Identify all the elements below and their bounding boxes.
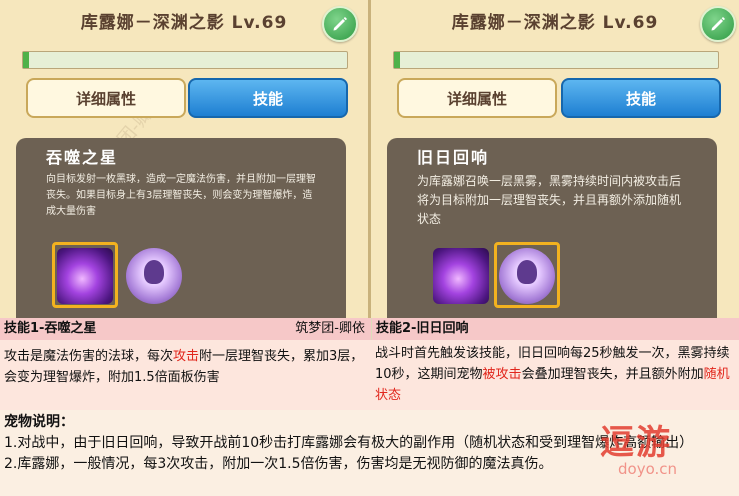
tab-skills[interactable]: 技能: [561, 78, 721, 118]
edit-button[interactable]: [322, 6, 358, 42]
dark-orb-skill-icon[interactable]: [433, 248, 489, 304]
highlight-text: 被攻击: [482, 367, 522, 382]
skill2-explanation: 战斗时首先触发该技能，旧日回响每25秒触发一次，黑雾持续10秒，这期间宠物被攻击…: [371, 340, 739, 410]
tab-detail-attributes[interactable]: 详细属性: [397, 78, 557, 118]
highlight-text: 攻击: [173, 349, 200, 364]
edit-pencil-icon: [333, 17, 347, 31]
skill2-header: 技能2-旧日回响: [371, 318, 739, 340]
edit-pencil-icon: [711, 17, 725, 31]
text: 会叠加理智丧失，并且额外附加: [521, 367, 704, 382]
left-pet-panel: 筑梦团-卿依 筑梦团-卿依 库露娜－深渊之影 Lv.69 详细属性 技能 吞噬之…: [0, 0, 368, 318]
pet-title: 库露娜－深渊之影 Lv.69: [80, 13, 288, 33]
dark-orb-skill-icon[interactable]: [57, 248, 113, 304]
pet-title: 库露娜－深渊之影 Lv.69: [451, 13, 659, 33]
text: 攻击是魔法伤害的法球，每次: [4, 349, 174, 364]
exp-bar: [22, 51, 348, 69]
skill-description: 向目标发射一枚黑球，造成一定魔法伤害，并且附加一层理智丧失。如果目标身上有3层理…: [46, 174, 316, 217]
skill-name: 吞噬之星: [46, 148, 119, 167]
pet-notes: 宠物说明： 1.对战中，由于旧日回响，导致开战前10秒击打库露娜会有极大的副作用…: [0, 410, 739, 496]
skill1-header: 技能1-吞噬之星 筑梦团-卿依: [0, 318, 371, 340]
notes-title: 宠物说明：: [4, 414, 74, 430]
tab-detail-attributes[interactable]: 详细属性: [26, 78, 186, 118]
edit-button[interactable]: [700, 6, 736, 42]
skill-card: 吞噬之星 向目标发射一枚黑球，造成一定魔法伤害，并且附加一层理智丧失。如果目标身…: [16, 138, 346, 318]
skill-card: 旧日回响 为库露娜召唤一层黑雾，黑雾持续时间内被攻击后将为目标附加一层理智丧失，…: [387, 138, 717, 318]
exp-bar-fill: [394, 52, 401, 68]
skill1-explanation: 攻击是魔法伤害的法球，每次攻击附一层理智丧失，累加3层，会变为理智爆炸，附加1.…: [0, 340, 371, 410]
author-credit: 筑梦团-卿依: [295, 321, 365, 336]
kuluna-bubble-skill-icon[interactable]: [499, 248, 555, 304]
exp-bar: [393, 51, 719, 69]
note-line: 2.库露娜，一般情况，每3次攻击，附加一次1.5倍伤害，伤害均是无视防御的魔法真…: [4, 456, 553, 472]
skill-name: 旧日回响: [417, 148, 490, 167]
right-pet-panel: 筑梦团-卿依 筑梦团-卿依 库露娜－深渊之影 Lv.69 详细属性 技能 旧日回…: [371, 0, 739, 318]
exp-bar-fill: [23, 52, 30, 68]
skill1-title: 技能1-吞噬之星: [4, 321, 97, 336]
note-line: 1.对战中，由于旧日回响，导致开战前10秒击打库露娜会有极大的副作用（随机状态和…: [4, 435, 694, 451]
kuluna-bubble-skill-icon[interactable]: [126, 248, 182, 304]
skill-description: 为库露娜召唤一层黑雾，黑雾持续时间内被攻击后将为目标附加一层理智丧失，并且再额外…: [417, 174, 682, 226]
skill2-title: 技能2-旧日回响: [376, 321, 469, 336]
tab-skills[interactable]: 技能: [188, 78, 348, 118]
